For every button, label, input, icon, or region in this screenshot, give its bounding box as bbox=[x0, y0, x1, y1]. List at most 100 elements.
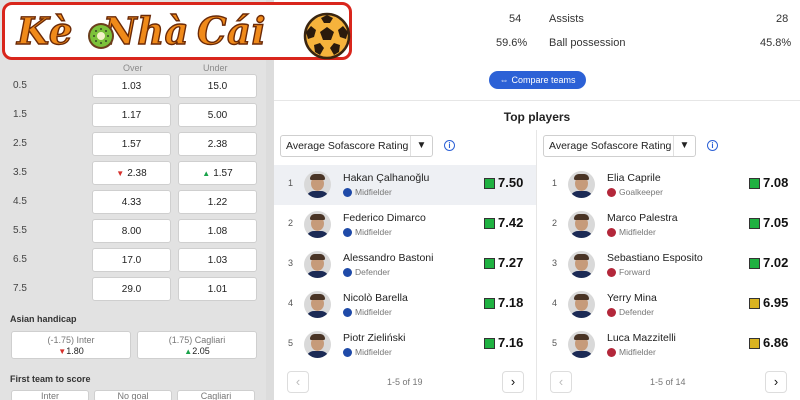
player-position: Midfielder bbox=[355, 347, 392, 357]
player-rating: 6.86 bbox=[763, 335, 789, 350]
away-prev-page-button[interactable]: ‹ bbox=[550, 371, 572, 393]
under-odd-button[interactable]: 1.08 bbox=[178, 219, 257, 243]
player-position: Midfielder bbox=[355, 227, 392, 237]
over-odd-value: 29.0 bbox=[121, 283, 142, 295]
player-avatar bbox=[304, 251, 331, 278]
home-stat-value-1: 54 bbox=[509, 13, 522, 25]
first-to-score-no-goal[interactable]: No goal bbox=[94, 390, 172, 400]
under-odd-value: 5.00 bbox=[207, 109, 228, 121]
trend-up-icon: ▲ bbox=[184, 347, 193, 356]
player-avatar bbox=[304, 171, 331, 198]
over-odd-button[interactable]: 8.00 bbox=[92, 219, 171, 243]
home-prev-page-button[interactable]: ‹ bbox=[287, 371, 309, 393]
player-name: Hakan Çalhanoğlu bbox=[343, 172, 430, 184]
player-row[interactable]: 3 Alessandro Bastoni Defender 7.27 bbox=[274, 245, 536, 285]
player-rating: 7.27 bbox=[498, 255, 524, 270]
under-odd-button[interactable]: 1.01 bbox=[178, 277, 257, 301]
over-odd-button[interactable]: 17.0 bbox=[92, 248, 171, 272]
player-name: Marco Palestra bbox=[607, 212, 678, 224]
team-badge-icon bbox=[343, 267, 352, 277]
odds-line-label: 2.5 bbox=[13, 138, 27, 149]
brand-logo: Kè Nhà Cái bbox=[2, 2, 352, 60]
player-rank: 5 bbox=[552, 338, 558, 348]
under-odd-button[interactable]: 15.0 bbox=[178, 74, 257, 98]
first-to-score-home[interactable]: Inter bbox=[11, 390, 89, 400]
under-odd-button[interactable]: ▲ 1.57 bbox=[178, 161, 257, 185]
first-to-score-away[interactable]: Cagliari bbox=[177, 390, 255, 400]
home-rating-selector-value: Average Sofascore Rating bbox=[286, 140, 409, 152]
over-odd-button[interactable]: 4.33 bbox=[92, 190, 171, 214]
rating-color-indicator bbox=[749, 298, 760, 309]
asian-handicap-away-label: (1.75) Cagliari bbox=[168, 335, 226, 345]
rating-color-indicator bbox=[484, 338, 495, 349]
away-stat-label-1: Assists bbox=[549, 13, 584, 25]
over-odd-value: 8.00 bbox=[121, 225, 142, 237]
trend-down-icon: ▼ bbox=[58, 347, 67, 356]
player-position: Midfielder bbox=[355, 307, 392, 317]
info-icon[interactable]: i bbox=[707, 140, 718, 151]
odds-line-label: 7.5 bbox=[13, 283, 27, 294]
asian-handicap-home-odd[interactable]: (-1.75) Inter ▼1.80 bbox=[11, 331, 131, 359]
player-row[interactable]: 2 Federico Dimarco Midfielder 7.42 bbox=[274, 205, 536, 245]
trend-down-icon: ▼ bbox=[116, 168, 125, 178]
over-odd-button[interactable]: 1.57 bbox=[92, 132, 171, 156]
under-odd-value: 1.57 bbox=[213, 167, 233, 179]
over-odd-button[interactable]: 1.03 bbox=[92, 74, 171, 98]
odds-line-label: 0.5 bbox=[13, 80, 27, 91]
player-position-line: Forward bbox=[607, 267, 650, 277]
under-odd-value: 1.01 bbox=[207, 283, 228, 295]
under-odd-button[interactable]: 5.00 bbox=[178, 103, 257, 127]
player-rating: 7.05 bbox=[763, 215, 789, 230]
home-next-page-button[interactable]: › bbox=[502, 371, 524, 393]
under-odd-value: 1.03 bbox=[207, 254, 228, 266]
player-row[interactable]: 2 Marco Palestra Midfielder 7.05 bbox=[538, 205, 800, 245]
player-position: Defender bbox=[619, 307, 654, 317]
team-badge-icon bbox=[343, 307, 352, 317]
player-avatar bbox=[304, 211, 331, 238]
team-badge-icon bbox=[607, 347, 616, 357]
away-pagination-label: 1-5 of 14 bbox=[650, 377, 686, 387]
player-row[interactable]: 3 Sebastiano Esposito Forward 7.02 bbox=[538, 245, 800, 285]
over-odd-value: 2.38 bbox=[127, 167, 147, 179]
asian-handicap-away-odd[interactable]: (1.75) Cagliari ▲2.05 bbox=[137, 331, 257, 359]
away-next-page-button[interactable]: › bbox=[765, 371, 787, 393]
away-rating-selector[interactable]: Average Sofascore Rating ▼ bbox=[543, 135, 696, 157]
player-avatar bbox=[304, 291, 331, 318]
player-row[interactable]: 5 Piotr Zieliński Midfielder 7.16 bbox=[274, 325, 536, 365]
odds-row: 4.5 4.33 1.22 bbox=[0, 190, 266, 214]
player-row[interactable]: 4 Yerry Mina Defender 6.95 bbox=[538, 285, 800, 325]
over-odd-value: 1.03 bbox=[121, 80, 142, 92]
rating-color-indicator bbox=[749, 258, 760, 269]
info-icon[interactable]: i bbox=[444, 140, 455, 151]
team-badge-icon bbox=[343, 187, 352, 197]
over-odd-button[interactable]: ▼ 2.38 bbox=[92, 161, 171, 185]
player-rating: 7.16 bbox=[498, 335, 524, 350]
player-row[interactable]: 4 Nicolò Barella Midfielder 7.18 bbox=[274, 285, 536, 325]
over-odd-button[interactable]: 29.0 bbox=[92, 277, 171, 301]
player-avatar bbox=[568, 331, 595, 358]
odds-panel: Over Under 0.5 1.03 15.0 1.5 1.17 5.00 2.5 1.57… bbox=[0, 0, 266, 400]
player-position: Defender bbox=[355, 267, 390, 277]
under-odd-button[interactable]: 1.22 bbox=[178, 190, 257, 214]
over-odd-value: 4.33 bbox=[121, 196, 142, 208]
logo-text-part-1: Kè bbox=[16, 8, 73, 53]
player-position-line: Defender bbox=[607, 307, 654, 317]
under-odd-button[interactable]: 1.03 bbox=[178, 248, 257, 272]
player-row[interactable]: 1 Elia Caprile Goalkeeper 7.08 bbox=[538, 165, 800, 205]
player-rank: 4 bbox=[288, 298, 294, 308]
compare-teams-button[interactable]: ⇔ Compare teams bbox=[489, 71, 586, 89]
odds-line-label: 5.5 bbox=[13, 225, 27, 236]
player-rating: 6.95 bbox=[763, 295, 789, 310]
player-row[interactable]: 1 Hakan Çalhanoğlu Midfielder 7.50 bbox=[274, 165, 536, 205]
player-rank: 1 bbox=[288, 178, 294, 188]
player-row[interactable]: 5 Luca Mazzitelli Midfielder 6.86 bbox=[538, 325, 800, 365]
player-name: Luca Mazzitelli bbox=[607, 332, 676, 344]
under-column-header: Under bbox=[203, 63, 228, 73]
home-rating-selector[interactable]: Average Sofascore Rating ▼ bbox=[280, 135, 433, 157]
top-players-title: Top players bbox=[503, 110, 571, 124]
under-odd-button[interactable]: 2.38 bbox=[178, 132, 257, 156]
team-badge-icon bbox=[607, 267, 616, 277]
over-odd-button[interactable]: 1.17 bbox=[92, 103, 171, 127]
asian-handicap-title: Asian handicap bbox=[10, 314, 77, 324]
player-position-line: Defender bbox=[343, 267, 390, 277]
